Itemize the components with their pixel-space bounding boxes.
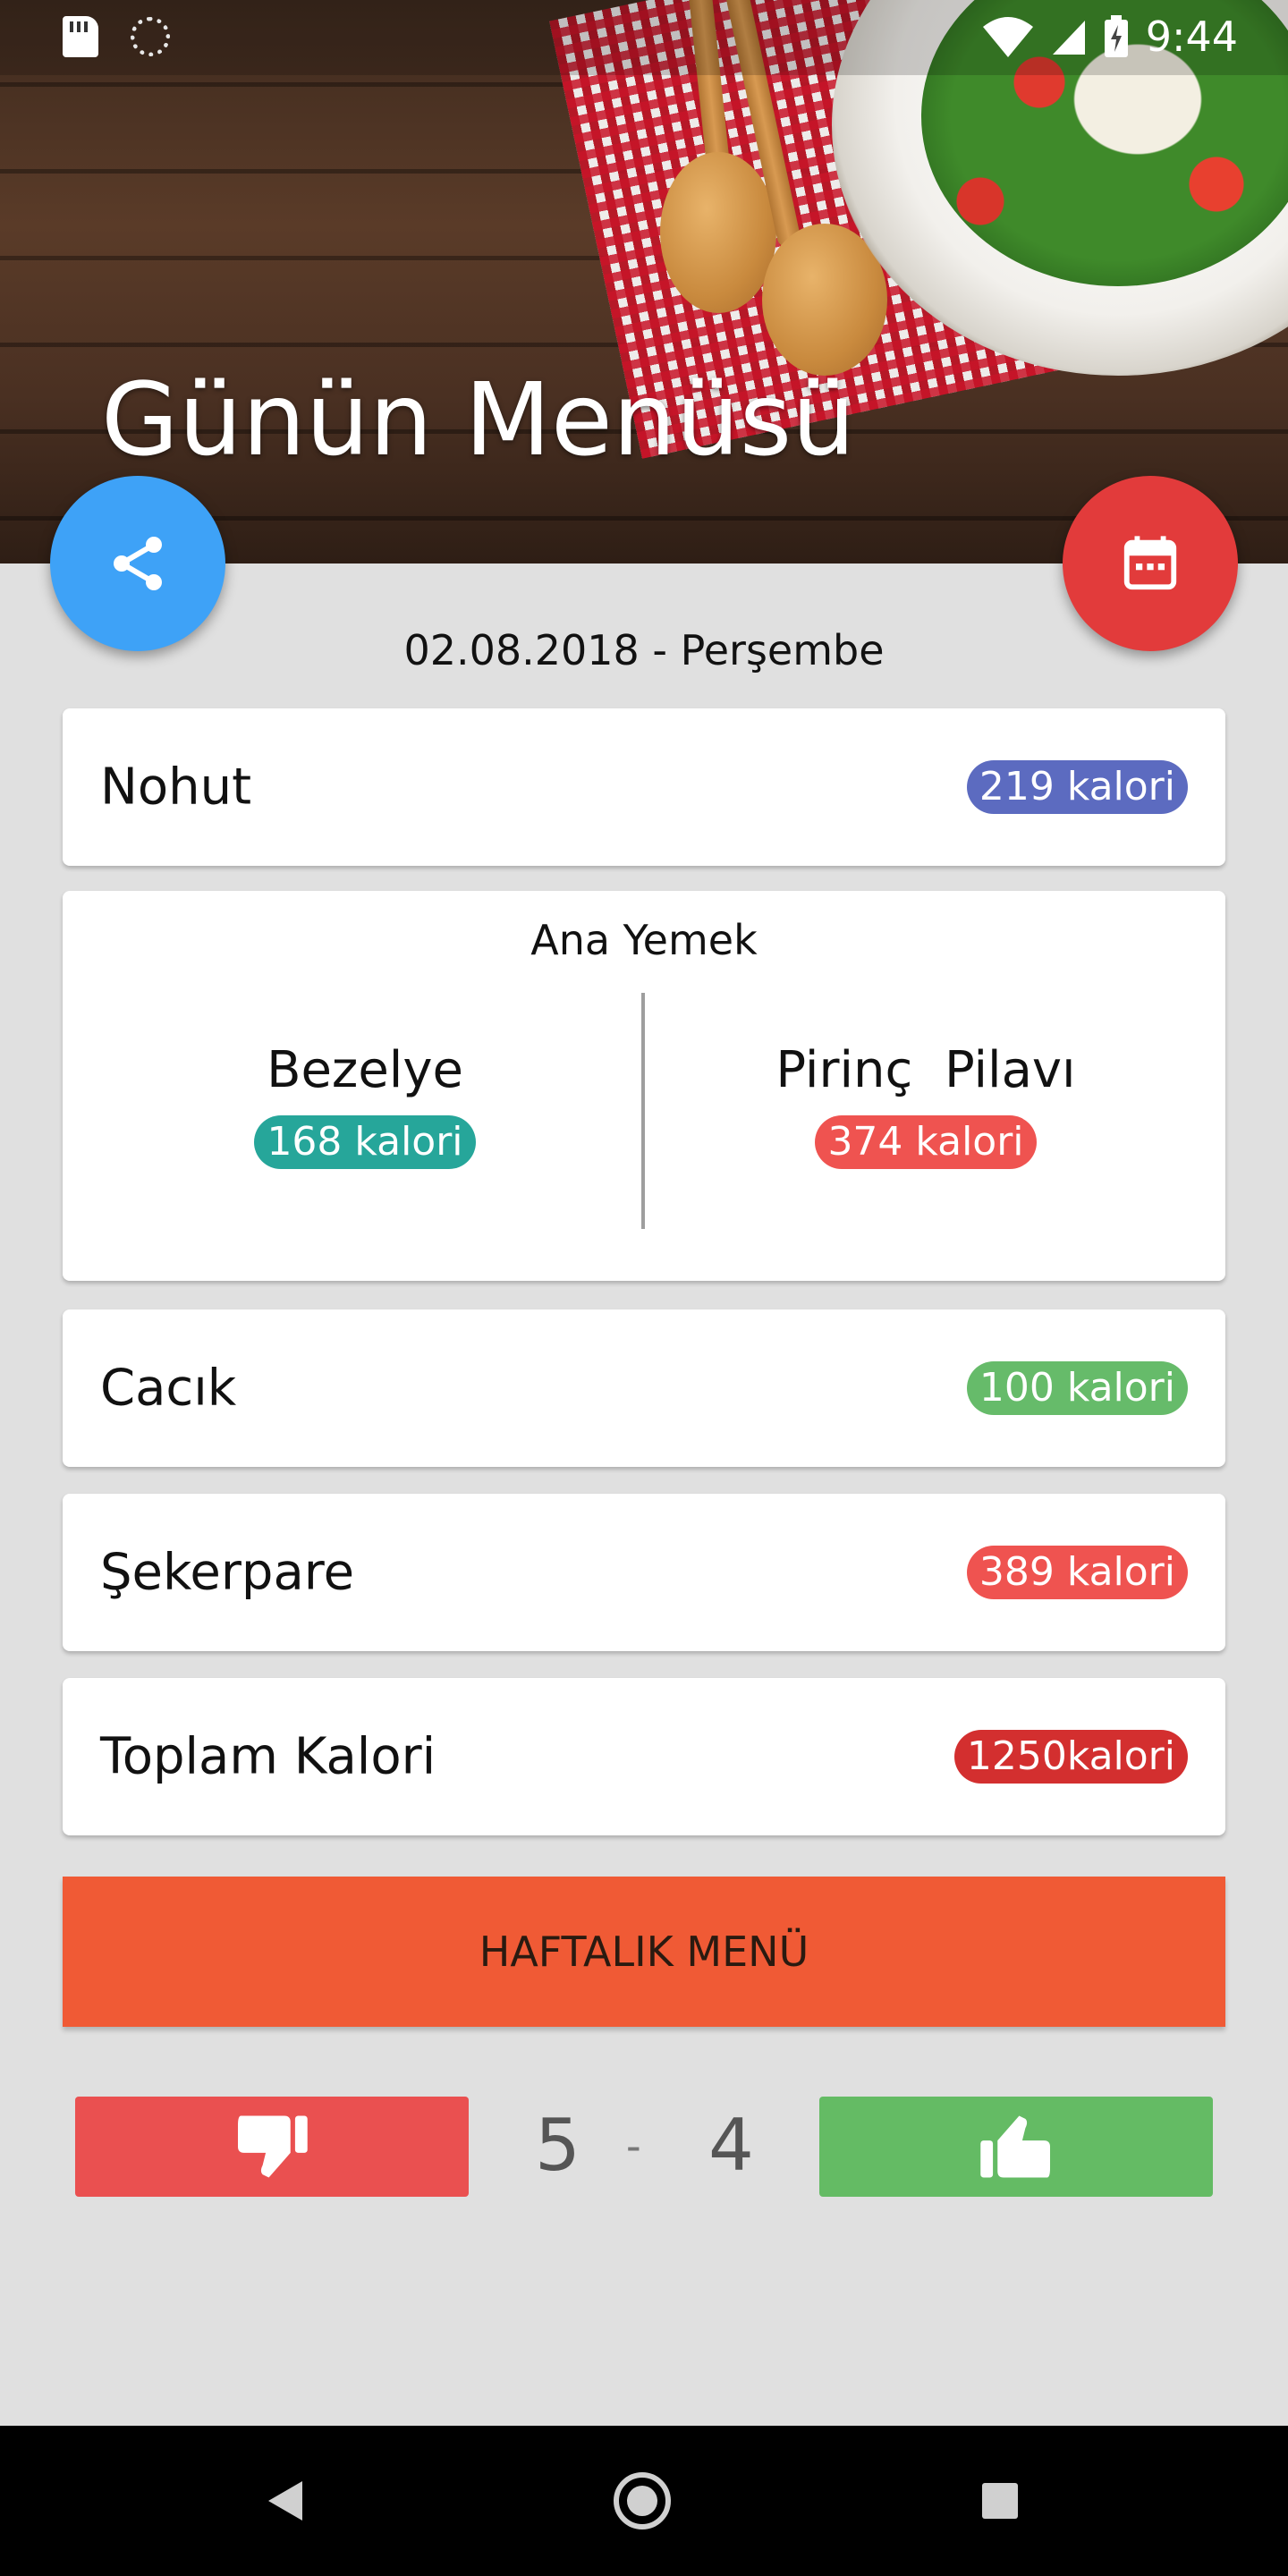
- menu-item-side[interactable]: Cacık 100 kalori: [63, 1309, 1225, 1467]
- calendar-icon: [1123, 536, 1177, 590]
- weekly-menu-button[interactable]: HAFTALIK MENÜ: [63, 1877, 1225, 2027]
- like-count: 4: [708, 2104, 754, 2187]
- menu-item-soup[interactable]: Nohut 219 kalori: [63, 708, 1225, 866]
- menu-date: 02.08.2018 - Perşembe: [403, 626, 885, 674]
- share-button[interactable]: [50, 476, 225, 651]
- calorie-badge: 389 kalori: [966, 1546, 1188, 1599]
- main-course-option-left[interactable]: Bezelye 168 kalori: [88, 1041, 642, 1169]
- menu-item-dessert[interactable]: Şekerpare 389 kalori: [63, 1494, 1225, 1651]
- menu-item-name: Pirinç Pilavı: [775, 1041, 1076, 1099]
- vote-separator: -: [626, 2121, 641, 2171]
- divider: [641, 993, 645, 1229]
- loader-icon: [131, 17, 170, 56]
- total-calories-badge: 1250kalori: [953, 1730, 1188, 1784]
- like-button[interactable]: [819, 2097, 1213, 2197]
- calorie-badge: 374 kalori: [815, 1115, 1037, 1169]
- back-icon[interactable]: [268, 2481, 302, 2521]
- menu-item-name: Cacık: [100, 1359, 237, 1418]
- thumbs-up-icon: [980, 2115, 1050, 2178]
- wifi-icon: [982, 17, 1033, 57]
- spoon-decoration: [660, 152, 776, 313]
- calorie-badge: 168 kalori: [254, 1115, 476, 1169]
- calendar-button[interactable]: [1063, 476, 1238, 651]
- menu-item-name: Nohut: [100, 758, 252, 817]
- page-title: Günün Menüsü: [101, 362, 856, 479]
- navigation-bar: [0, 2426, 1288, 2576]
- status-time: 9:44: [1145, 13, 1238, 61]
- total-calories-card: Toplam Kalori 1250kalori: [63, 1678, 1225, 1835]
- header-image: Günün Menüsü: [0, 0, 1288, 564]
- thumbs-down-icon: [238, 2115, 308, 2178]
- main-course-title: Ana Yemek: [530, 916, 758, 964]
- main-course-option-right[interactable]: Pirinç Pilavı 374 kalori: [648, 1041, 1203, 1169]
- dislike-count: 5: [535, 2104, 580, 2187]
- home-icon[interactable]: [614, 2472, 671, 2529]
- dislike-button[interactable]: [75, 2097, 469, 2197]
- battery-charging-icon: [1104, 15, 1128, 57]
- main-course-card: Ana Yemek Bezelye 168 kalori Pirinç Pila…: [63, 891, 1225, 1281]
- signal-icon: [1052, 21, 1085, 55]
- total-calories-label: Toplam Kalori: [100, 1727, 436, 1786]
- sd-card-icon: [63, 16, 98, 57]
- menu-item-name: Bezelye: [267, 1041, 463, 1099]
- calorie-badge: 100 kalori: [966, 1361, 1188, 1415]
- share-icon: [114, 537, 162, 590]
- calorie-badge: 219 kalori: [966, 760, 1188, 814]
- recents-icon[interactable]: [982, 2483, 1018, 2519]
- status-bar: 9:44: [0, 0, 1288, 75]
- menu-item-name: Şekerpare: [100, 1543, 355, 1602]
